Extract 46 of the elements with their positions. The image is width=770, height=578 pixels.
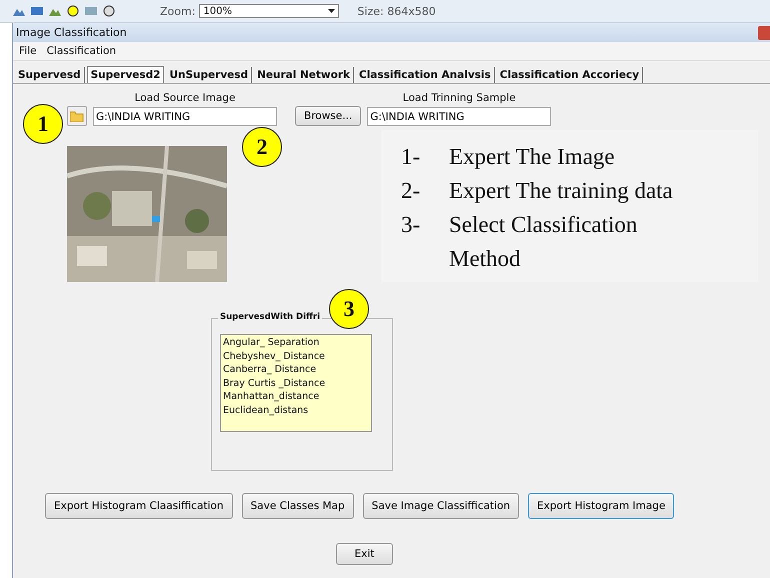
circle-icon[interactable]: [66, 5, 80, 17]
window-title: Image Classification: [16, 26, 127, 39]
step-text: Select Classification Method: [449, 211, 638, 273]
action-button[interactable]: Save Image Classiffication: [362, 493, 520, 519]
list-item[interactable]: Manhattan_distance: [223, 390, 369, 404]
input-field[interactable]: G:\INDIA WRITING: [93, 107, 277, 126]
group-title: SupervesdWith Diffri: [218, 312, 322, 322]
field-label: Load Trinning Sample: [402, 92, 516, 104]
exit-button[interactable]: Exit: [336, 543, 393, 565]
list-item[interactable]: Canberra_ Distance: [223, 363, 369, 376]
tab[interactable]: Supervesd2: [86, 66, 164, 83]
list-item[interactable]: Bray Curtis _Distance: [223, 376, 369, 390]
list-item[interactable]: Angular_ Separation: [223, 336, 369, 350]
callout-badge: 1: [23, 104, 63, 144]
step-number: 3-: [401, 211, 422, 239]
tab[interactable]: UnSupervesd: [166, 67, 252, 83]
folder-button[interactable]: [67, 106, 87, 126]
image-size: Size: 864x580: [357, 4, 436, 18]
browse-button[interactable]: Browse...: [295, 106, 362, 126]
action-button[interactable]: Export Histogram Claasiffication: [45, 493, 232, 519]
folder-icon: [70, 110, 84, 122]
step-text: Expert The Image: [449, 143, 616, 171]
step-number: 1-: [401, 143, 422, 171]
zoom-dropdown[interactable]: 100%: [199, 4, 340, 18]
callout-badge: 2: [242, 127, 282, 167]
tab[interactable]: Classification Accoriecy: [496, 67, 644, 83]
zoom-label: Zoom:: [160, 4, 196, 18]
list-item[interactable]: Euclidean_distans: [223, 404, 369, 417]
caret-icon: [328, 9, 336, 13]
tab[interactable]: Neural Network: [254, 67, 354, 83]
step-number: 2-: [401, 177, 422, 205]
close-button[interactable]: [758, 26, 770, 40]
method-list[interactable]: Angular_ Separation Chebyshev_ Distance Canberra_ Distance Bray Curtis _Distance Manhattan_distance Euclidean_distans: [220, 334, 372, 432]
action-button[interactable]: Save Classes Map: [242, 493, 354, 519]
step-text: Expert The training data: [449, 177, 674, 205]
field-label: Load Source Image: [134, 92, 236, 104]
callout-badge: 3: [329, 289, 369, 329]
input-field[interactable]: G:\INDIA WRITING: [367, 107, 552, 126]
circle-icon[interactable]: [102, 5, 116, 17]
list-item[interactable]: Chebyshev_ Distance: [223, 350, 369, 363]
rectangle-icon[interactable]: [30, 5, 44, 17]
tab[interactable]: Supervesd: [15, 67, 85, 83]
action-button[interactable]: Export Histogram Image: [528, 493, 674, 519]
tab[interactable]: Classification Analvsis: [356, 67, 495, 83]
menu-item[interactable]: File: [19, 45, 37, 57]
menu-item[interactable]: Classification: [46, 45, 116, 57]
